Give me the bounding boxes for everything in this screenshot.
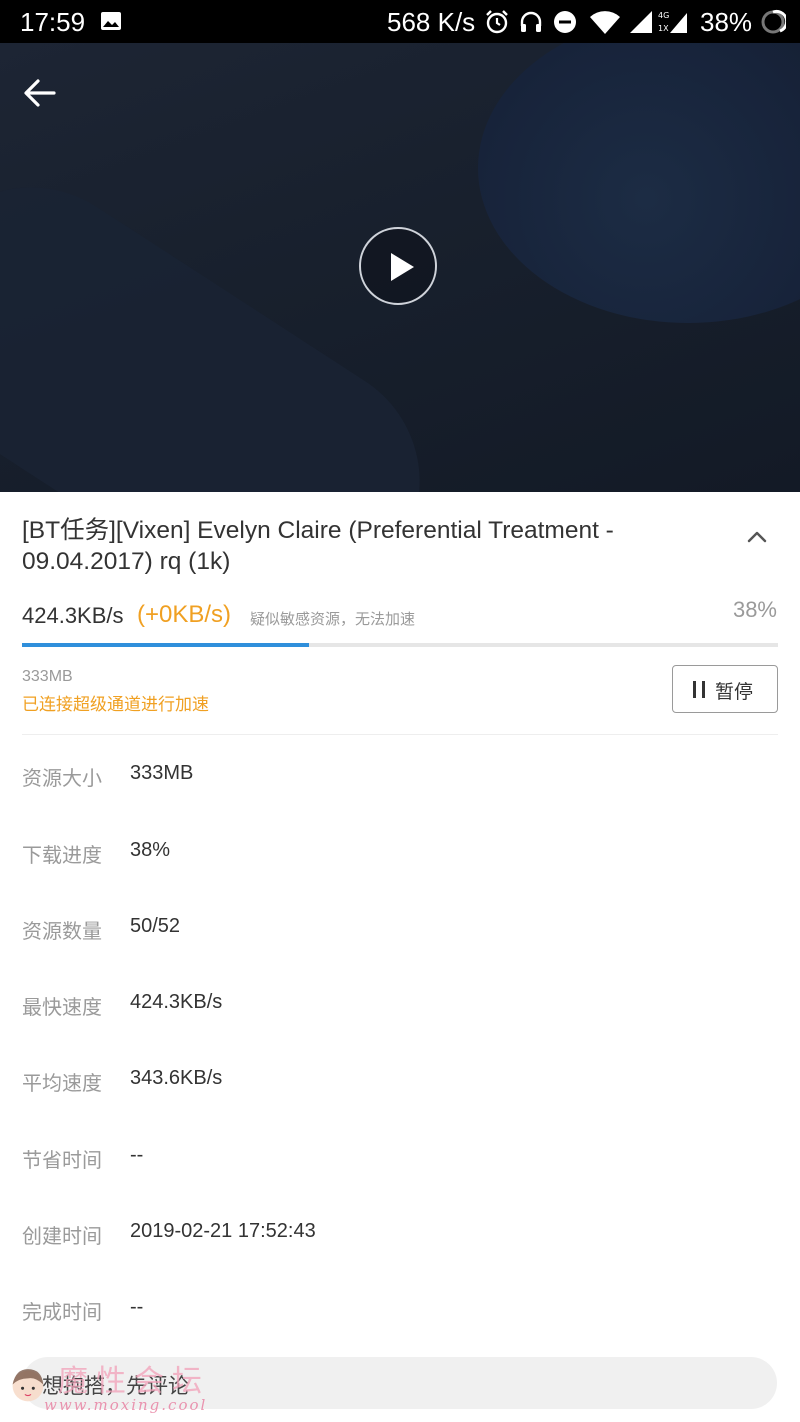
info-value: 50/52 <box>130 915 181 937</box>
battery-icon <box>761 9 786 34</box>
divider <box>22 734 778 735</box>
speed-bonus: (+0KB/s) <box>137 601 232 628</box>
status-bar: 17:59 568 K/s 4G 1X 38% <box>0 0 800 43</box>
info-label: 下载进度 <box>22 843 102 867</box>
progress-percent: 38% <box>732 597 777 622</box>
info-value: 2019-02-21 17:52:43 <box>130 1220 316 1242</box>
info-value: 333MB <box>130 762 194 784</box>
status-time: 17:59 <box>20 7 86 37</box>
svg-text:4G: 4G <box>658 11 669 20</box>
info-label: 创建时间 <box>22 1224 102 1248</box>
dnd-icon <box>554 11 576 33</box>
pause-label: 暂停 <box>715 681 754 703</box>
watermark-title: 魔性会坛 <box>58 1364 210 1399</box>
watermark-url: www.moxing.cool <box>44 1396 208 1414</box>
info-label: 资源大小 <box>22 766 102 790</box>
alarm-icon <box>486 10 508 34</box>
image-icon <box>101 12 121 30</box>
svg-text:1X: 1X <box>658 24 669 33</box>
chevron-up-icon[interactable] <box>744 524 770 550</box>
pause-button[interactable]: 暂停 <box>672 665 778 713</box>
network-speed: 568 K/s <box>387 7 476 37</box>
signal-icon <box>630 11 652 33</box>
video-player[interactable] <box>0 43 800 492</box>
acceleration-status: 已连接超级通道进行加速 <box>22 695 209 715</box>
video-decoration-circle <box>478 43 800 323</box>
info-value: -- <box>130 1144 144 1166</box>
info-label: 平均速度 <box>22 1071 102 1095</box>
info-value: 38% <box>130 839 171 861</box>
info-label: 最快速度 <box>22 995 102 1019</box>
headphones-icon <box>520 11 542 32</box>
info-value: 424.3KB/s <box>130 991 223 1013</box>
video-decoration-band <box>0 141 466 492</box>
play-button[interactable] <box>359 227 437 305</box>
progress-bar <box>22 643 778 647</box>
task-size: 333MB <box>22 668 73 685</box>
info-label: 资源数量 <box>22 919 102 943</box>
wifi-icon <box>590 11 620 35</box>
battery-percent: 38% <box>700 7 753 37</box>
speed-note: 疑似敏感资源，无法加速 <box>250 610 416 628</box>
progress-bar-fill <box>22 643 310 647</box>
download-speed: 424.3KB/s <box>22 603 124 628</box>
info-label: 完成时间 <box>22 1300 102 1324</box>
info-label: 节省时间 <box>22 1148 102 1172</box>
task-title: [BT任务][Vixen] Evelyn Claire (Preferentia… <box>22 517 614 575</box>
info-value: -- <box>130 1296 144 1318</box>
pause-icon <box>693 681 707 698</box>
play-icon <box>391 253 414 281</box>
arrow-left-icon[interactable] <box>20 73 60 113</box>
signal-4g-icon: 4G 1X <box>658 11 687 33</box>
info-value: 343.6KB/s <box>130 1067 223 1089</box>
